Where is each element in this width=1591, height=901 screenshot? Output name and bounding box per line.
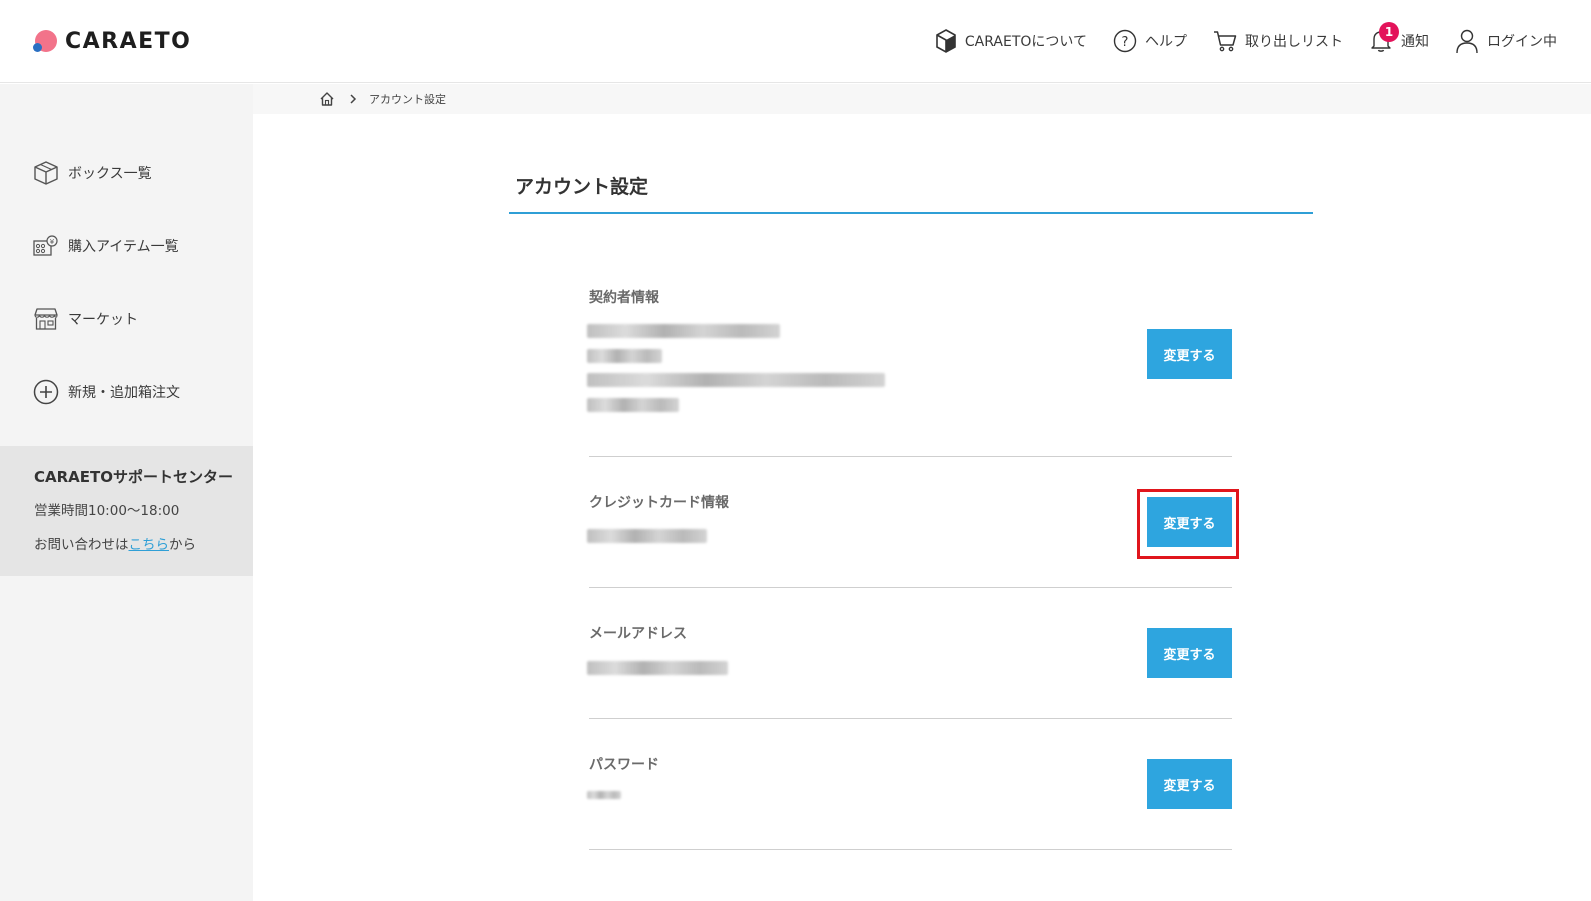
- header: CARAETO CARAETOについて ? ヘルプ 取り出しリスト 1 通知 ロ…: [0, 0, 1591, 83]
- blurred-phone-line: [587, 398, 679, 412]
- plus-circle-icon: [33, 379, 59, 405]
- sidebar-item-market[interactable]: マーケット: [33, 304, 138, 334]
- logo-text: CARAETO: [65, 28, 192, 54]
- nav-notifications-label: 通知: [1401, 34, 1429, 50]
- top-nav: CARAETOについて ? ヘルプ 取り出しリスト 1 通知 ログイン中: [909, 22, 1557, 58]
- section-password-label: パスワード: [589, 757, 659, 773]
- nav-notifications[interactable]: 1 通知: [1369, 22, 1429, 54]
- highlight-box: [1137, 489, 1239, 559]
- section-credit-card-label: クレジットカード情報: [589, 495, 729, 511]
- section-divider: [589, 849, 1232, 850]
- nav-about-label: CARAETOについて: [964, 34, 1087, 50]
- nav-about[interactable]: CARAETOについて: [935, 29, 1087, 53]
- support-contact-link[interactable]: こちら: [129, 537, 170, 553]
- support-title: CARAETOサポートセンター: [34, 468, 234, 486]
- blurred-detail-line: [587, 373, 885, 387]
- support-contact-suffix: から: [169, 537, 196, 553]
- nav-retrieve-list[interactable]: 取り出しリスト: [1213, 30, 1343, 52]
- sidebar-item-label: ボックス一覧: [68, 166, 152, 182]
- box-icon: [34, 161, 58, 185]
- support-contact-prefix: お問い合わせは: [34, 537, 129, 553]
- title-divider: [509, 212, 1313, 214]
- support-hours: 営業時間10:00～18:00: [34, 503, 180, 519]
- blurred-password: [587, 791, 621, 799]
- sidebar-item-purchased[interactable]: ¥ 購入アイテム一覧: [33, 231, 179, 261]
- svg-text:¥: ¥: [50, 238, 55, 246]
- home-icon[interactable]: [319, 91, 335, 107]
- section-divider: [589, 587, 1232, 588]
- sidebar-item-boxes[interactable]: ボックス一覧: [33, 158, 152, 188]
- notification-badge: 1: [1379, 22, 1399, 42]
- support-center: CARAETOサポートセンター 営業時間10:00～18:00 お問い合わせはこ…: [0, 446, 253, 576]
- change-email-button[interactable]: 変更する: [1147, 628, 1232, 678]
- change-contract-info-button[interactable]: 変更する: [1147, 329, 1232, 379]
- breadcrumb-current: アカウント設定: [369, 93, 446, 106]
- nav-help[interactable]: ? ヘルプ: [1113, 29, 1187, 53]
- change-password-button[interactable]: 変更する: [1147, 759, 1232, 809]
- sidebar-item-label: マーケット: [68, 312, 138, 328]
- blurred-name-line: [587, 349, 662, 363]
- section-divider: [589, 718, 1232, 719]
- logo[interactable]: CARAETO: [33, 28, 191, 54]
- nav-login[interactable]: ログイン中: [1455, 28, 1557, 54]
- chevron-right-icon: [350, 94, 357, 104]
- cart-icon: [1214, 31, 1237, 52]
- page-title: アカウント設定: [515, 176, 649, 198]
- support-contact: お問い合わせはこちらから: [34, 533, 253, 553]
- question-circle-icon: ?: [1113, 29, 1137, 53]
- sidebar-item-label: 購入アイテム一覧: [68, 239, 179, 255]
- cube-icon: [936, 29, 956, 53]
- section-contract-info-label: 契約者情報: [589, 290, 659, 306]
- market-store-icon: [34, 308, 58, 330]
- breadcrumb: アカウント設定: [253, 84, 1591, 114]
- sidebar-item-new-order[interactable]: 新規・追加箱注文: [33, 377, 180, 407]
- user-icon: [1456, 29, 1478, 54]
- svg-text:?: ?: [1122, 35, 1129, 50]
- nav-retrieve-list-label: 取り出しリスト: [1245, 34, 1343, 50]
- blurred-email: [587, 661, 728, 675]
- blurred-address-line: [587, 324, 780, 338]
- sidebar: ボックス一覧 ¥ 購入アイテム一覧 マーケット 新規・追加箱注文 CARAETO…: [0, 84, 253, 901]
- purchased-items-icon: ¥: [33, 235, 58, 256]
- nav-login-label: ログイン中: [1487, 34, 1557, 50]
- blurred-card-number: [587, 529, 707, 543]
- section-divider: [589, 456, 1232, 457]
- logo-mark-icon: [33, 28, 59, 54]
- sidebar-item-label: 新規・追加箱注文: [68, 385, 180, 401]
- nav-help-label: ヘルプ: [1145, 34, 1187, 50]
- section-email-label: メールアドレス: [589, 626, 687, 642]
